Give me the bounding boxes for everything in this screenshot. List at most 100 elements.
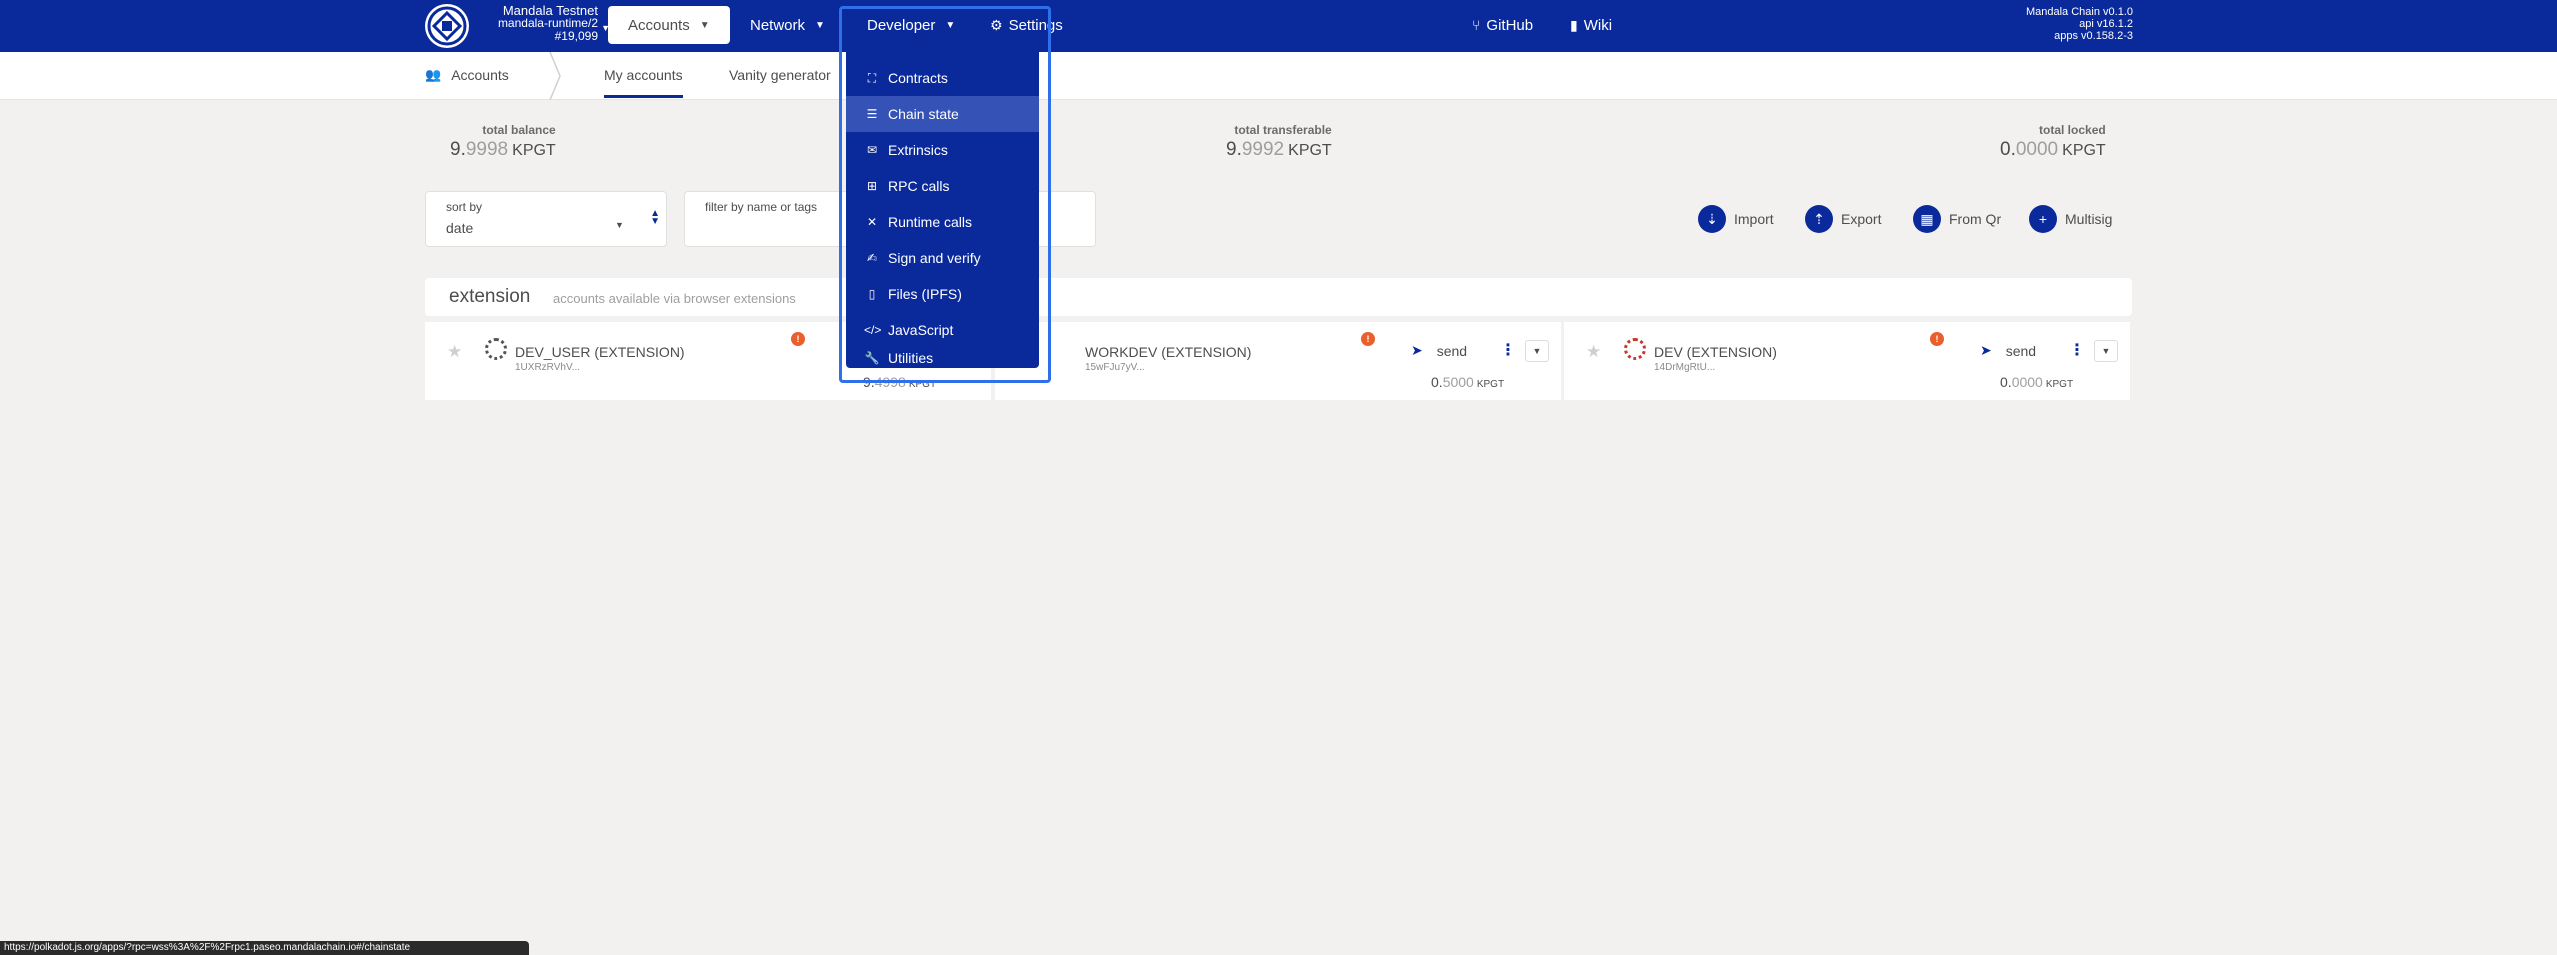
- multisig-button[interactable]: + Multisig: [2029, 205, 2112, 233]
- code-branch-icon: ⑂: [1472, 17, 1481, 33]
- network-menu-label: Network: [750, 16, 806, 34]
- developer-menu-label: Developer: [867, 16, 936, 34]
- apps-version: apps v0.158.2-3: [2054, 30, 2133, 42]
- file-export-icon: ⇡: [1805, 205, 1833, 233]
- account-card: WORKDEV (EXTENSION) 15wFJu7yV... ! ➤ send…: [995, 322, 1561, 400]
- menu-item-javascript[interactable]: </> JavaScript: [846, 312, 1039, 348]
- network-wired-icon: ⊞: [866, 179, 878, 193]
- total-transferable-value: 9.9992 KPGT: [1226, 139, 1332, 161]
- account-balance: 0.0000 KPGT: [2000, 374, 2073, 390]
- github-link[interactable]: ⑂ GitHub: [1472, 6, 1533, 44]
- account-address[interactable]: 14DrMgRtU...: [1654, 362, 1715, 373]
- balance-int: 9.: [863, 374, 875, 390]
- network-menu-button[interactable]: Network ▼: [750, 6, 825, 44]
- paper-plane-icon: ➤: [1980, 342, 1992, 358]
- balance-int: 0.: [2000, 374, 2012, 390]
- balance-decimals: 5000: [1442, 374, 1474, 390]
- star-icon[interactable]: ★: [1586, 342, 1601, 362]
- account-address[interactable]: 1UXRzRVhV...: [515, 362, 580, 373]
- more-options-icon[interactable]: ⋮: [2069, 340, 2085, 360]
- signature-icon: ✍: [866, 251, 878, 265]
- from-qr-button[interactable]: ▦ From Qr: [1913, 205, 2001, 233]
- compress-icon: ⛶: [867, 70, 877, 85]
- send-label: send: [2005, 342, 2037, 359]
- from-qr-label: From Qr: [1949, 211, 2002, 227]
- chain-logo-icon[interactable]: [425, 4, 469, 48]
- warning-icon: !: [1930, 332, 1944, 346]
- account-name[interactable]: DEV (EXTENSION): [1654, 344, 1777, 360]
- tab-vanity-generator[interactable]: Vanity generator: [729, 67, 831, 83]
- total-transferable-int: 9.: [1226, 139, 1242, 160]
- account-card: ★ DEV (EXTENSION) 14DrMgRtU... ! ➤ send ⋮…: [1564, 322, 2130, 400]
- menu-item-sign-and-verify[interactable]: ✍ Sign and verify: [846, 240, 1039, 276]
- account-balance: 9.4998 KPGT: [863, 374, 936, 390]
- menu-item-rpc-calls[interactable]: ⊞ RPC calls: [846, 168, 1039, 204]
- arrows-to-circle-icon: ✕: [866, 215, 878, 229]
- identicon-avatar[interactable]: [485, 338, 507, 360]
- extension-title: extension: [449, 286, 531, 307]
- balance-int: 0.: [1431, 374, 1443, 390]
- extension-section-header: extension accounts available via browser…: [425, 278, 2132, 316]
- chevron-down-icon: ▼: [699, 19, 710, 31]
- database-icon: ☰: [866, 107, 878, 121]
- export-button[interactable]: ⇡ Export: [1805, 205, 1881, 233]
- qrcode-icon: ▦: [1913, 205, 1941, 233]
- more-options-icon[interactable]: ⋮: [1500, 340, 1516, 360]
- total-balance-decimals: 9998: [465, 139, 509, 160]
- menu-item-label: JavaScript: [888, 322, 954, 338]
- chain-selector[interactable]: Mandala Testnet mandala-runtime/2 #19,09…: [478, 4, 610, 43]
- breadcrumb-separator-icon: [549, 52, 561, 100]
- chevron-down-icon: ▼: [945, 19, 956, 31]
- account-name[interactable]: WORKDEV (EXTENSION): [1085, 344, 1251, 360]
- total-transferable-label: total transferable: [1234, 123, 1332, 137]
- send-button[interactable]: ➤ send: [1411, 342, 1467, 359]
- settings-menu-button[interactable]: ⚙ Settings: [990, 6, 1063, 44]
- menu-item-chain-state[interactable]: ☰ Chain state: [846, 96, 1039, 132]
- developer-dropdown-menu: ⛶ Contracts ☰ Chain state ✉ Extrinsics ⊞ RPC…: [846, 52, 1039, 368]
- identicon-avatar[interactable]: [1624, 338, 1646, 360]
- developer-menu-button[interactable]: Developer ▼: [867, 6, 955, 44]
- menu-item-label: Files (IPFS): [888, 286, 962, 302]
- wiki-link[interactable]: ▮ Wiki: [1570, 6, 1612, 44]
- tab-my-accounts[interactable]: My accounts: [604, 67, 683, 98]
- file-import-icon: ⇣: [1698, 205, 1726, 233]
- block-number: #19,099: [554, 29, 598, 43]
- send-button[interactable]: ➤ send: [1980, 342, 2036, 359]
- envelope-open-icon: ✉: [866, 143, 878, 157]
- menu-item-utilities[interactable]: 🔧 Utilities: [846, 348, 1039, 368]
- total-locked-decimals: 0000: [2015, 139, 2059, 160]
- import-button[interactable]: ⇣ Import: [1698, 205, 1774, 233]
- breadcrumb: 👥 Accounts: [425, 67, 509, 83]
- multisig-label: Multisig: [2065, 211, 2113, 227]
- wrench-icon: 🔧: [864, 351, 880, 365]
- code-icon: </>: [864, 323, 882, 337]
- menu-item-extrinsics[interactable]: ✉ Extrinsics: [846, 132, 1039, 168]
- node-version: Mandala Chain v0.1.0: [2025, 6, 2133, 18]
- total-transferable-unit: KPGT: [1288, 142, 1332, 159]
- expand-chevron-icon[interactable]: ▼: [1525, 340, 1549, 362]
- account-balance: 0.5000 KPGT: [1431, 374, 1504, 390]
- paper-plane-icon: ➤: [1411, 342, 1423, 358]
- account-name[interactable]: DEV_USER (EXTENSION): [515, 344, 685, 360]
- api-version: api v16.1.2: [2079, 18, 2133, 30]
- menu-item-contracts[interactable]: ⛶ Contracts: [846, 60, 1039, 96]
- sort-by-label: sort by: [446, 200, 483, 214]
- total-balance-summary: total balance 9.9998 KPGT: [450, 123, 556, 161]
- sort-direction-icon[interactable]: ▲ ▼: [650, 209, 660, 227]
- menu-item-files-ipfs[interactable]: ▯ Files (IPFS): [846, 276, 1039, 312]
- users-icon: 👥: [425, 67, 442, 82]
- account-address[interactable]: 15wFJu7yV...: [1085, 362, 1145, 373]
- total-balance-unit: KPGT: [512, 142, 556, 159]
- settings-menu-label: Settings: [1008, 16, 1063, 34]
- total-locked-int: 0.: [2000, 139, 2016, 160]
- chevron-down-icon: ▼: [615, 220, 624, 230]
- menu-item-runtime-calls[interactable]: ✕ Runtime calls: [846, 204, 1039, 240]
- menu-item-label: RPC calls: [888, 178, 950, 194]
- star-icon[interactable]: ★: [447, 342, 462, 362]
- accounts-menu-button[interactable]: Accounts ▼: [608, 6, 730, 44]
- total-transferable-summary: total transferable 9.9992 KPGT: [1226, 123, 1332, 161]
- menu-item-label: Contracts: [888, 70, 948, 86]
- expand-chevron-icon[interactable]: ▼: [2094, 340, 2118, 362]
- extension-subtitle: accounts available via browser extension…: [553, 291, 796, 306]
- sort-by-dropdown[interactable]: sort by date ▼ ▲ ▼: [425, 191, 667, 247]
